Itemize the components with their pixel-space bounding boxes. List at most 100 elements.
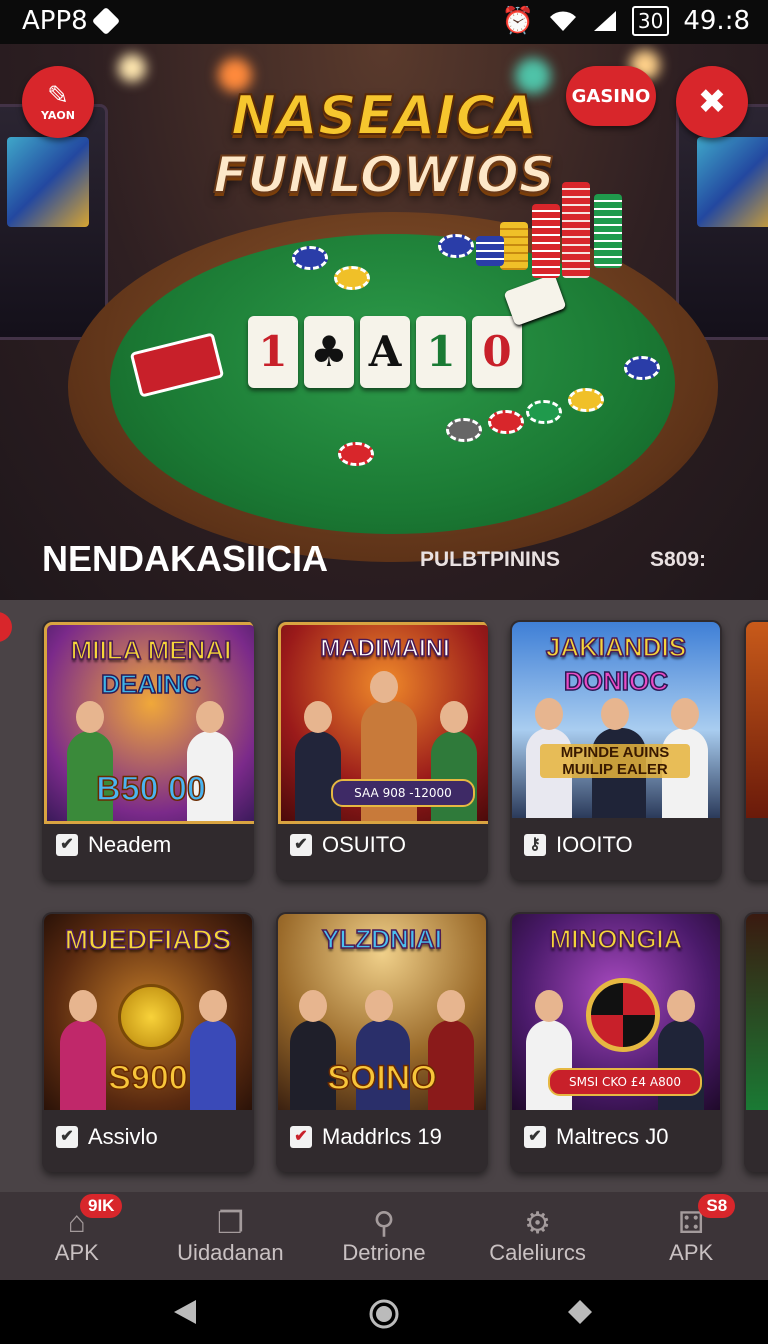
game-title: JAKIANDIS [545, 631, 687, 663]
home-button-icon[interactable] [368, 1298, 400, 1330]
recents-icon[interactable] [566, 1298, 594, 1326]
clock: 49.:8 [683, 6, 750, 36]
tab-section-2[interactable]: S809: [650, 548, 706, 572]
diamond-icon [91, 6, 121, 36]
hero-title-line2: FUNLOWIOS [212, 145, 555, 205]
playing-card: 1 [416, 316, 466, 388]
game-card[interactable]: MINONGIA SMSI CKO £4 A800 ✔ Maltrecs J0 [510, 912, 722, 1172]
nav-label: Uidadanan [177, 1240, 284, 1265]
game-card[interactable]: MUEDFIADS S900 ✔ Assivlo [42, 912, 254, 1172]
chip-stack [562, 182, 590, 278]
game-label-text: OSUITO [322, 832, 406, 857]
person-figure [431, 701, 477, 821]
pen-icon: ✎ [47, 80, 69, 111]
game-card-partial[interactable] [744, 620, 768, 880]
nav-label: APK [54, 1240, 99, 1265]
game-label[interactable]: ✔ Maltrecs J0 [524, 1124, 668, 1150]
edit-button[interactable]: ✎ YAON [22, 66, 94, 138]
game-thumbnail: MUEDFIADS S900 [44, 914, 252, 1110]
playing-card: 0 [472, 316, 522, 388]
game-label[interactable]: ✔ Neadem [56, 832, 171, 858]
poker-chip [334, 266, 370, 290]
playing-card: ♣ [304, 316, 354, 388]
game-amount: SAA 908 -12000 [331, 779, 475, 807]
wifi-icon [549, 11, 576, 31]
nav-item-detrione[interactable]: ⚲ Detrione [307, 1192, 461, 1280]
nav-item-uidadanan[interactable]: ❐ Uidadanan [154, 1192, 308, 1280]
key-icon: ⚷ [524, 834, 546, 856]
stack-icon: ❐ [216, 1207, 244, 1240]
game-label[interactable]: ✔ Assivlo [56, 1124, 158, 1150]
check-icon: ✔ [290, 834, 312, 856]
bottom-nav: ⌂ APK 9IK ❐ Uidadanan ⚲ Detrione ⚙ Calel… [0, 1192, 768, 1280]
poker-chip [446, 418, 482, 442]
game-title: MIILA MENAI [70, 634, 232, 666]
settings-icon: ⚙ [524, 1207, 552, 1240]
signal-icon [593, 11, 616, 31]
game-thumbnail: MADIMAINI SAA 908 -12000 [278, 622, 488, 824]
nav-item-apk-2[interactable]: ⚃ APK S8 [614, 1192, 768, 1280]
game-label-text: Maddrlcs 19 [322, 1124, 442, 1149]
search-icon: ⚲ [372, 1207, 395, 1240]
system-nav-bar [0, 1280, 768, 1344]
game-amount: SOINO [326, 1058, 437, 1098]
notification-badge: S8 [698, 1194, 736, 1218]
game-amount: MPINDE AUINS MUILIP EALER [540, 744, 690, 778]
alarm-icon: ⏰ [501, 6, 534, 36]
game-thumbnail [746, 622, 768, 818]
game-title: MINONGIA [549, 923, 683, 955]
game-grid: MIILA MENAI DEAINC B50 00 ✔ Neadem MADIMA… [0, 600, 768, 1192]
section-title: NENDAKASIICIA [42, 538, 329, 579]
poker-chip [624, 356, 660, 380]
nav-label: APK [669, 1240, 714, 1265]
game-title: MUEDFIADS [64, 923, 232, 956]
game-card[interactable]: MADIMAINI SAA 908 -12000 ✔ OSUITO [276, 620, 488, 880]
playing-card: A [360, 316, 410, 388]
game-label-text: Neadem [88, 832, 172, 857]
tab-section-1[interactable]: PULBTPININS [420, 548, 560, 572]
game-card[interactable]: YLZDNIAI SOINO ✔ Maddrlcs 19 [276, 912, 488, 1172]
chip-stack [532, 204, 560, 278]
game-label[interactable]: ✔ OSUITO [290, 832, 406, 858]
playing-card: 1 [248, 316, 298, 388]
notification-badge: 9IK [80, 1194, 123, 1218]
game-thumbnail: YLZDNIAI SOINO [278, 914, 486, 1110]
chip-stack [594, 194, 622, 268]
person-figure [658, 990, 704, 1110]
check-icon: ✔ [56, 834, 78, 856]
coin-emblem [118, 984, 184, 1050]
game-title: MADIMAINI [320, 634, 451, 663]
game-thumbnail: MIILA MENAI DEAINC B50 00 [44, 622, 254, 824]
hero-banner[interactable]: NASEAICA FUNLOWIOS 1 ♣ A 1 0 ✎ YAON GASI… [0, 44, 768, 600]
game-label[interactable]: ⚷ IOOITO [524, 832, 633, 858]
nav-item-apk[interactable]: ⌂ APK 9IK [0, 1192, 154, 1280]
casino-button[interactable]: GASINO [566, 66, 656, 126]
poker-chip [526, 400, 562, 424]
crossed-tools-icon: ✖ [697, 82, 727, 122]
game-amount: B50 00 [95, 769, 206, 809]
game-label[interactable]: ✔ Maddrlcs 19 [290, 1124, 442, 1150]
roulette-wheel [586, 978, 660, 1052]
game-thumbnail: JAKIANDIS DONIOC MPINDE AUINS MUILIP EAL… [512, 622, 720, 818]
chip-stack [476, 236, 504, 266]
nav-item-caleliurcs[interactable]: ⚙ Caleliurcs [461, 1192, 615, 1280]
status-bar: APP8 ⏰ 30 49.:8 [0, 0, 768, 44]
lamp-light [118, 54, 146, 82]
poker-chip [338, 442, 374, 466]
game-card[interactable]: JAKIANDIS DONIOC MPINDE AUINS MUILIP EAL… [510, 620, 722, 880]
game-label-text: Maltrecs J0 [556, 1124, 669, 1149]
notification-badge[interactable] [0, 612, 12, 642]
nav-label: Caleliurcs [489, 1240, 586, 1265]
app-label: APP8 [22, 6, 88, 36]
person-figure [295, 701, 341, 821]
check-icon: ✔ [524, 1126, 546, 1148]
check-icon: ✔ [290, 1126, 312, 1148]
game-card[interactable]: MIILA MENAI DEAINC B50 00 ✔ Neadem [42, 620, 254, 880]
tools-button[interactable]: ✖ [676, 66, 748, 138]
poker-chip [438, 234, 474, 258]
game-subtitle: DEAINC [100, 668, 201, 700]
back-icon[interactable] [172, 1298, 198, 1326]
game-label-text: IOOITO [556, 832, 633, 857]
game-amount: S900 [108, 1058, 189, 1098]
game-card-partial[interactable] [744, 912, 768, 1172]
